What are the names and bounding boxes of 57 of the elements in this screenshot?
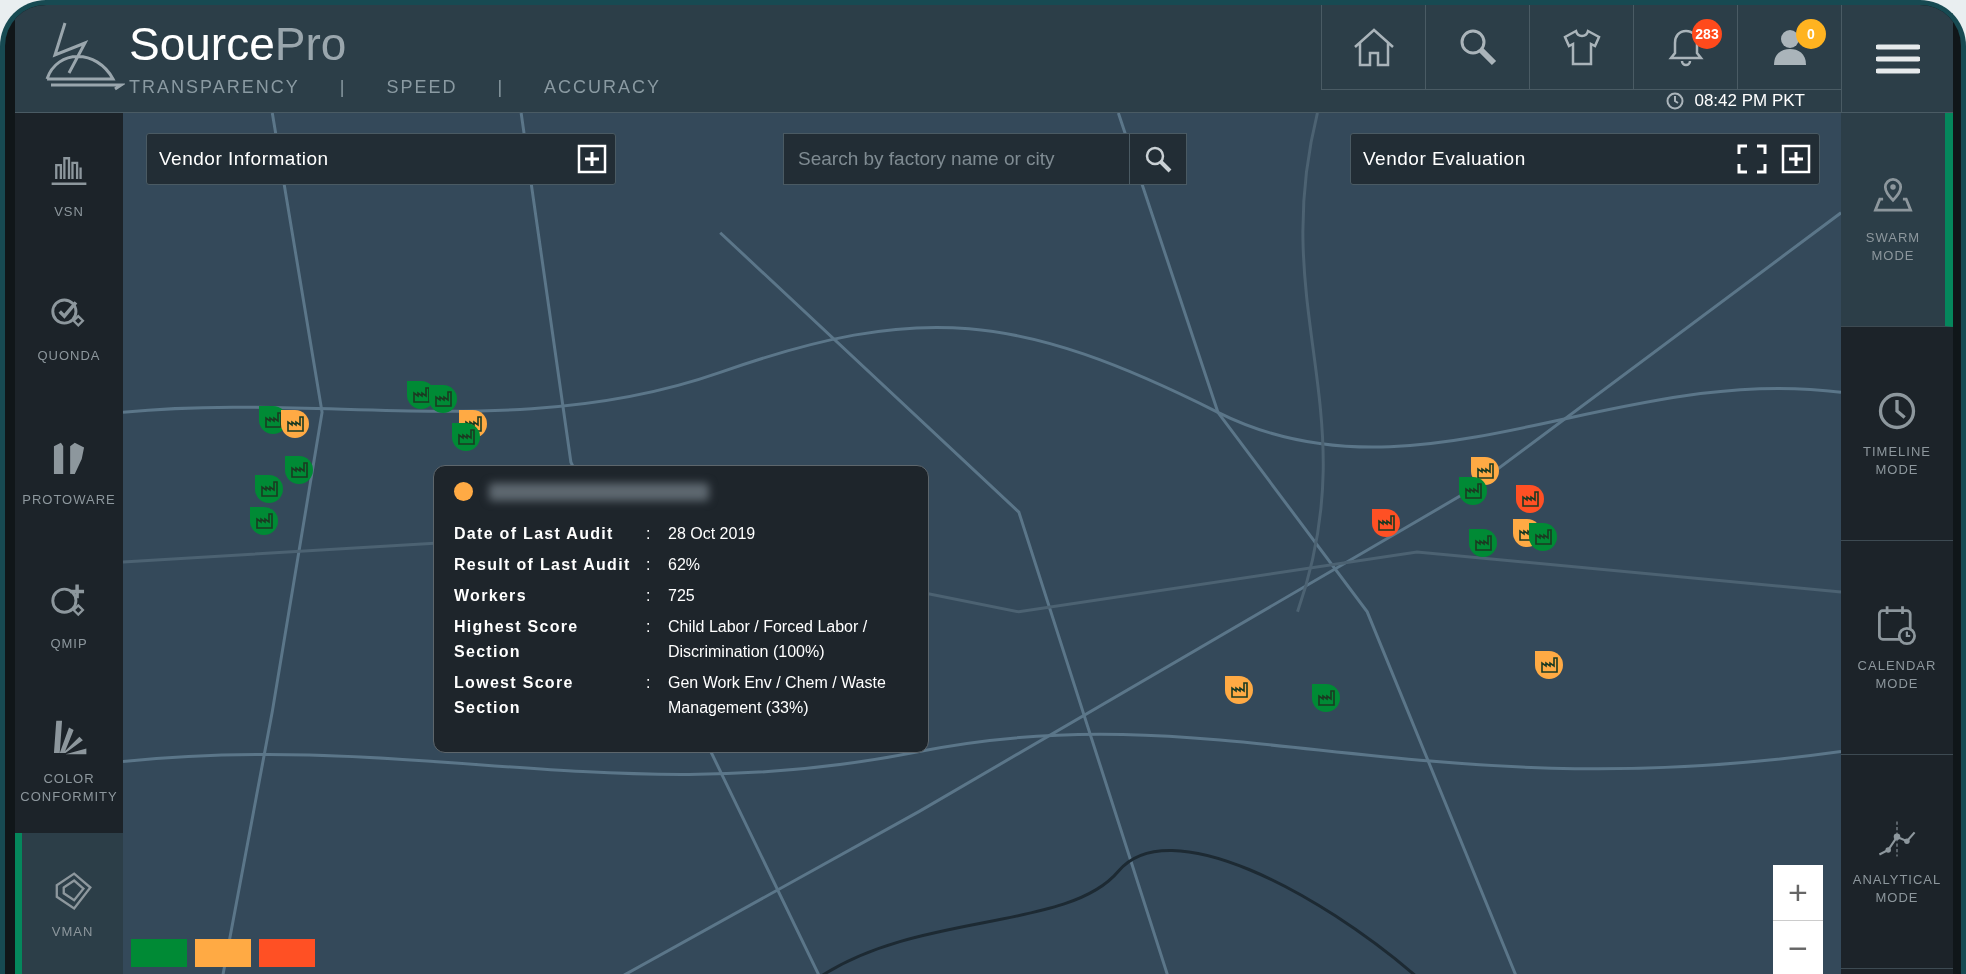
separator-colon: : [646, 524, 652, 544]
tagline-text: ACCURACY [544, 77, 662, 98]
panel-title: Vendor Evaluation [1363, 148, 1526, 170]
expand-button[interactable] [577, 144, 607, 174]
brand-name: Source [129, 19, 275, 69]
factory-marker[interactable] [254, 474, 284, 504]
search-icon [1144, 145, 1172, 173]
plus-icon [577, 144, 607, 174]
fullscreen-icon [1737, 144, 1767, 174]
plus-icon [1781, 144, 1811, 174]
factory-marker[interactable] [1371, 508, 1401, 538]
factory-marker[interactable] [284, 455, 314, 485]
brand-suffix: Pro [274, 19, 347, 69]
factory-marker[interactable] [451, 422, 481, 452]
factory-marker[interactable] [1528, 522, 1558, 552]
tagline-text: SPEED [386, 77, 458, 98]
field-label: Highest Score Section [454, 617, 580, 662]
shirt-icon [1561, 28, 1602, 66]
expand-button[interactable] [1781, 144, 1811, 174]
field-label: Lowest Score Section [454, 673, 575, 718]
separator-colon: : [646, 555, 652, 575]
factory-marker[interactable] [1458, 476, 1488, 506]
time-text: 08:42 PM PKT [1694, 91, 1805, 111]
factory-marker[interactable] [249, 506, 279, 536]
field-value: 725 [668, 586, 696, 606]
separator-colon: : [646, 673, 652, 693]
field-value: 62% [668, 555, 702, 575]
notification-badge: 283 [1692, 19, 1722, 49]
nav-item[interactable]: VMAN [15, 833, 123, 974]
notifications-button[interactable]: 283 [1633, 5, 1737, 89]
panel-title: Vendor Information [159, 148, 329, 170]
field-label: Workers [454, 586, 528, 606]
field-label: Date of Last Audit [454, 524, 615, 544]
factory-marker[interactable] [1311, 683, 1341, 713]
field-value: Child Labor / Forced Labor / Discrimination (100%) [668, 617, 869, 662]
separator-colon: : [646, 617, 652, 637]
search-submit-button[interactable] [1129, 133, 1187, 185]
separator-colon: : [646, 586, 652, 606]
factory-marker[interactable] [1468, 528, 1498, 558]
field-value: 28 Oct 2019 [668, 524, 757, 544]
factory-marker[interactable] [1515, 484, 1545, 514]
factory-marker[interactable] [1224, 675, 1254, 705]
tagline-text: | [497, 77, 505, 98]
mode-item[interactable]: SWARM MODE [1841, 113, 1953, 327]
user-icon [1771, 27, 1808, 67]
search-field[interactable]: Search by factory name or city [783, 133, 1129, 185]
factory-marker[interactable] [428, 384, 458, 414]
tagline-text: | [339, 77, 347, 98]
menu-icon [1875, 42, 1920, 75]
factory-marker[interactable] [280, 409, 310, 439]
clock-icon [1666, 92, 1685, 110]
tagline-text: TRANSPARENCY [129, 77, 300, 98]
field-label: Result of Last Audit [454, 555, 632, 575]
profile-badge: 0 [1796, 19, 1826, 49]
field-value: Gen Work Env / Chem / Waste Management (33%) [668, 673, 887, 718]
fullscreen-button[interactable] [1737, 144, 1767, 174]
factory-marker[interactable] [1534, 650, 1564, 680]
